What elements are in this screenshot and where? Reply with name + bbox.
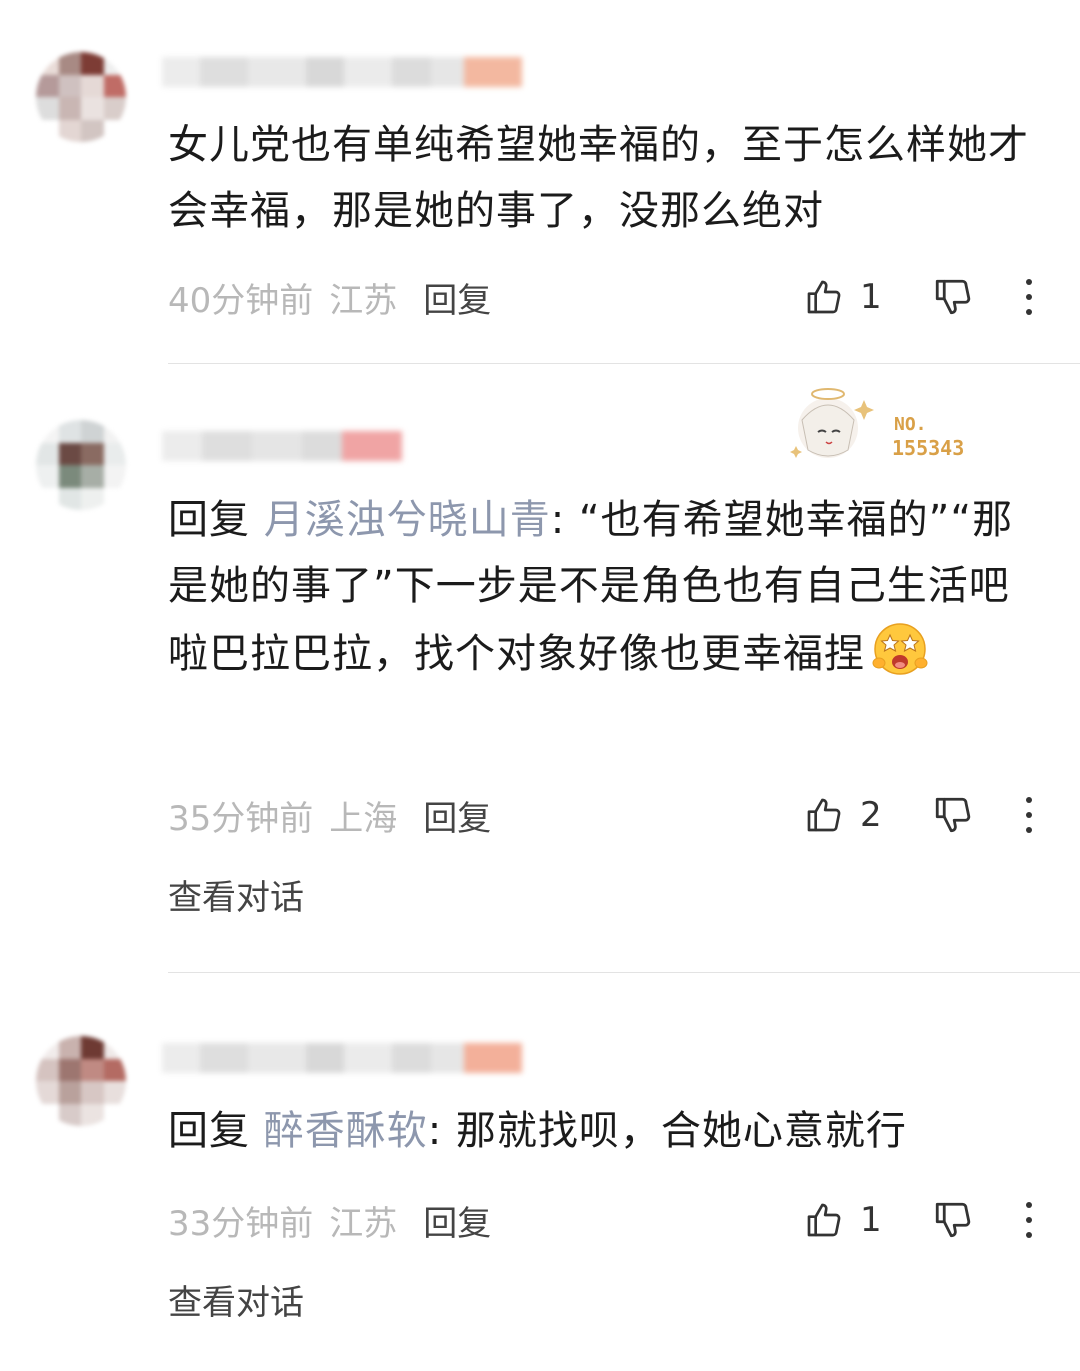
dislike-button[interactable] (932, 1195, 974, 1245)
comment-text: 女儿党也有单纯希望她幸福的，至于怎么样她才会幸福，那是她的事了，没那么绝对 (168, 122, 1029, 234)
fan-badge: NO. 155343 (788, 380, 988, 470)
more-vertical-icon (1026, 279, 1032, 285)
timestamp: 35分钟前 (168, 798, 314, 839)
comment-meta: 35分钟前 上海 回复 (168, 790, 491, 840)
thumbs-up-icon (807, 280, 841, 314)
comment-text: 回复 醉香酥软: 那就找呗，合她心意就行 (168, 1098, 1038, 1164)
username-blurred[interactable] (162, 428, 412, 464)
more-options-button[interactable] (1026, 790, 1032, 840)
more-vertical-icon (1026, 1202, 1032, 1208)
divider (168, 363, 1080, 364)
view-conversation-link[interactable]: 查看对话 (168, 1275, 304, 1324)
like-count: 2 (860, 795, 882, 835)
username-blurred[interactable] (162, 1040, 522, 1076)
reply-button[interactable]: 回复 (423, 791, 491, 840)
reply-button[interactable]: 回复 (423, 273, 491, 322)
thumbs-up-icon (807, 1203, 841, 1237)
thumbs-down-icon (935, 1202, 971, 1238)
comment-meta: 40分钟前 江苏 回复 (168, 272, 491, 322)
avatar[interactable] (36, 52, 126, 142)
badge-number-label: NO. (894, 414, 927, 435)
thumbs-down-icon (935, 797, 971, 833)
star-eyes-emoji-icon (871, 619, 929, 677)
like-button[interactable]: 1 (804, 272, 882, 322)
reply-prefix: 回复 (168, 1108, 250, 1154)
location: 江苏 (329, 280, 398, 321)
timestamp: 33分钟前 (168, 1203, 314, 1244)
more-options-button[interactable] (1026, 272, 1032, 322)
dislike-button[interactable] (932, 272, 974, 322)
badge-number: 155343 (892, 436, 965, 460)
reply-button[interactable]: 回复 (423, 1196, 491, 1245)
location: 江苏 (329, 1203, 398, 1244)
reply-body: : 那就找呗，合她心意就行 (427, 1108, 907, 1154)
like-count: 1 (860, 1200, 882, 1240)
more-options-button[interactable] (1026, 1195, 1032, 1245)
dislike-button[interactable] (932, 790, 974, 840)
comment-text: 回复 月溪浊兮晓山青: “也有希望她幸福的”“那是她的事了”下一步是不是角色也有… (168, 487, 1038, 687)
timestamp: 40分钟前 (168, 280, 314, 321)
username-blurred[interactable] (162, 54, 522, 90)
mention-link[interactable]: 月溪浊兮晓山青 (264, 497, 551, 543)
reply-prefix: 回复 (168, 497, 250, 543)
thumbs-down-icon (935, 279, 971, 315)
more-vertical-icon (1026, 797, 1032, 803)
thumbs-up-icon (807, 798, 841, 832)
mention-link[interactable]: 醉香酥软 (264, 1108, 428, 1154)
divider (168, 972, 1080, 973)
view-conversation-link[interactable]: 查看对话 (168, 870, 304, 919)
location: 上海 (329, 798, 398, 839)
avatar[interactable] (36, 1036, 126, 1126)
avatar[interactable] (36, 420, 126, 510)
comment-meta: 33分钟前 江苏 回复 (168, 1195, 491, 1245)
like-button[interactable]: 1 (804, 1195, 882, 1245)
like-button[interactable]: 2 (804, 790, 882, 840)
like-count: 1 (860, 277, 882, 317)
